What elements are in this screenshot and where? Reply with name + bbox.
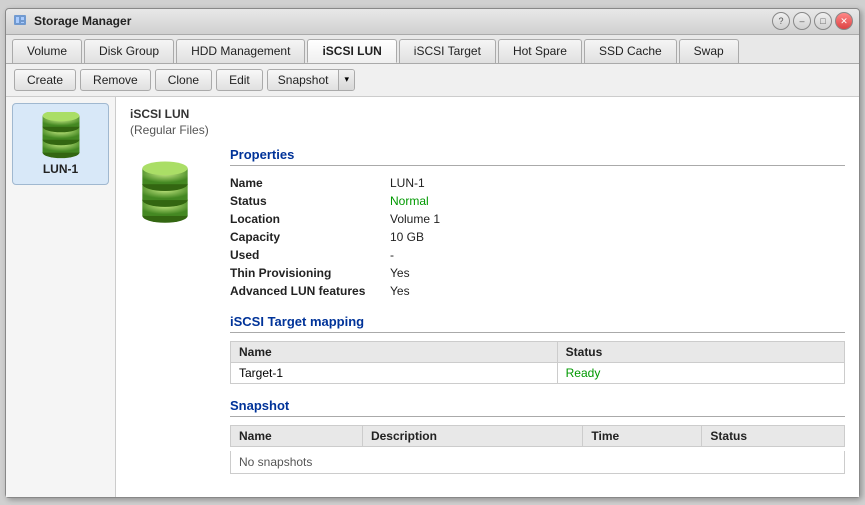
main-panel: iSCSI LUN (Regular Files): [116, 97, 859, 497]
prop-value-name: LUN-1: [390, 174, 845, 192]
prop-label-name: Name: [230, 174, 390, 192]
help-button[interactable]: ?: [772, 12, 790, 30]
snapshot-col-time: Time: [583, 425, 702, 446]
detail-lun-icon: [130, 157, 200, 225]
title-bar: Storage Manager ? – □ ✕: [6, 9, 859, 35]
prop-row-name: Name LUN-1: [230, 174, 845, 192]
iscsi-target-col-status: Status: [557, 341, 844, 362]
toolbar: Create Remove Clone Edit Snapshot ▾: [6, 64, 859, 97]
iscsi-target-row-status: Ready: [557, 362, 844, 383]
tab-ssd-cache[interactable]: SSD Cache: [584, 39, 677, 63]
prop-value-status: Normal: [390, 192, 845, 210]
prop-label-status: Status: [230, 192, 390, 210]
clone-button[interactable]: Clone: [155, 69, 212, 91]
remove-button[interactable]: Remove: [80, 69, 151, 91]
prop-row-status: Status Normal: [230, 192, 845, 210]
iscsi-target-title: iSCSI Target mapping: [230, 314, 845, 333]
detail-db-icon-area: [130, 147, 210, 474]
minimize-button[interactable]: –: [793, 12, 811, 30]
prop-row-capacity: Capacity 10 GB: [230, 228, 845, 246]
tab-iscsi-lun[interactable]: iSCSI LUN: [307, 39, 396, 63]
lun-header: iSCSI LUN (Regular Files): [130, 107, 845, 137]
iscsi-target-row-name: Target-1: [231, 362, 558, 383]
snapshot-title: Snapshot: [230, 398, 845, 417]
properties-table: Name LUN-1 Status Normal Location Volume…: [230, 174, 845, 300]
properties-title: Properties: [230, 147, 845, 166]
prop-row-location: Location Volume 1: [230, 210, 845, 228]
tab-swap[interactable]: Swap: [679, 39, 739, 63]
content-area: LUN-1 iSCSI LUN (Regular Files): [6, 97, 859, 497]
snapshot-col-name: Name: [231, 425, 363, 446]
window-controls: ? – □ ✕: [772, 12, 853, 30]
tab-disk-group[interactable]: Disk Group: [84, 39, 174, 63]
prop-row-used: Used -: [230, 246, 845, 264]
snapshot-col-description: Description: [362, 425, 582, 446]
create-button[interactable]: Create: [14, 69, 76, 91]
detail-content: Properties Name LUN-1 Status Normal: [130, 147, 845, 474]
prop-label-location: Location: [230, 210, 390, 228]
close-button[interactable]: ✕: [835, 12, 853, 30]
prop-value-capacity: 10 GB: [390, 228, 845, 246]
snapshot-table: Name Description Time Status: [230, 425, 845, 447]
properties-area: Properties Name LUN-1 Status Normal: [230, 147, 845, 474]
main-tabs: Volume Disk Group HDD Management iSCSI L…: [6, 35, 859, 64]
tab-volume[interactable]: Volume: [12, 39, 82, 63]
snapshot-no-data: No snapshots: [230, 451, 845, 474]
maximize-button[interactable]: □: [814, 12, 832, 30]
prop-label-capacity: Capacity: [230, 228, 390, 246]
prop-value-advanced: Yes: [390, 282, 845, 300]
prop-value-thin: Yes: [390, 264, 845, 282]
iscsi-target-header-row: Name Status: [231, 341, 845, 362]
snapshot-header-row: Name Description Time Status: [231, 425, 845, 446]
iscsi-target-row: Target-1 Ready: [231, 362, 845, 383]
prop-label-used: Used: [230, 246, 390, 264]
prop-row-thin: Thin Provisioning Yes: [230, 264, 845, 282]
snapshot-dropdown-arrow[interactable]: ▾: [338, 70, 354, 90]
tab-iscsi-target[interactable]: iSCSI Target: [399, 39, 496, 63]
prop-label-advanced: Advanced LUN features: [230, 282, 390, 300]
storage-manager-window: Storage Manager ? – □ ✕ Volume Disk Grou…: [5, 8, 860, 498]
snapshot-button-label[interactable]: Snapshot: [268, 70, 339, 90]
tab-hot-spare[interactable]: Hot Spare: [498, 39, 582, 63]
tab-hdd-management[interactable]: HDD Management: [176, 39, 305, 63]
window-icon: [12, 13, 28, 29]
snapshot-col-status: Status: [702, 425, 845, 446]
snapshot-split-button[interactable]: Snapshot ▾: [267, 69, 355, 91]
prop-label-thin: Thin Provisioning: [230, 264, 390, 282]
prop-value-used: -: [390, 246, 845, 264]
iscsi-target-table: Name Status Target-1 Ready: [230, 341, 845, 384]
prop-row-advanced: Advanced LUN features Yes: [230, 282, 845, 300]
prop-value-location: Volume 1: [390, 210, 845, 228]
lun-icon: [33, 112, 89, 160]
iscsi-target-col-name: Name: [231, 341, 558, 362]
edit-button[interactable]: Edit: [216, 69, 263, 91]
sidebar: LUN-1: [6, 97, 116, 497]
sidebar-lun1-label: LUN-1: [43, 162, 78, 176]
window-title: Storage Manager: [34, 14, 131, 28]
sidebar-item-lun1[interactable]: LUN-1: [12, 103, 109, 185]
